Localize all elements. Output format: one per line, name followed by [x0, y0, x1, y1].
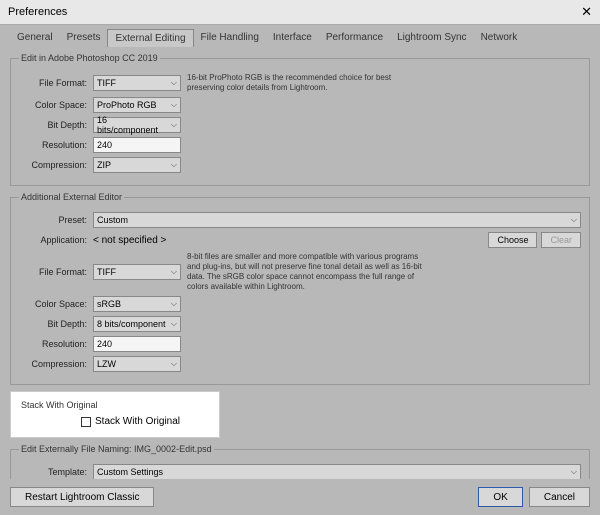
- stack-checkbox-label: Stack With Original: [95, 416, 180, 427]
- content: Edit in Adobe Photoshop CC 2019 File For…: [0, 47, 600, 479]
- file-format-label: File Format:: [19, 78, 87, 88]
- resolution-label-2: Resolution:: [19, 339, 87, 349]
- resolution-input-2[interactable]: 240: [93, 336, 181, 352]
- file-format-select-2[interactable]: TIFF⌵: [93, 264, 181, 280]
- file-format-hint: 16-bit ProPhoto RGB is the recommended c…: [187, 73, 427, 93]
- close-icon[interactable]: ✕: [581, 4, 592, 20]
- resolution-label: Resolution:: [19, 140, 87, 150]
- compression-select[interactable]: ZIP⌵: [93, 157, 181, 173]
- application-label: Application:: [19, 235, 87, 245]
- compression-label-2: Compression:: [19, 359, 87, 369]
- ok-button[interactable]: OK: [478, 487, 522, 507]
- tab-network[interactable]: Network: [474, 29, 525, 47]
- template-label: Template:: [19, 467, 87, 477]
- color-space-label-2: Color Space:: [19, 299, 87, 309]
- file-format-label-2: File Format:: [19, 267, 87, 277]
- bit-depth-select[interactable]: 16 bits/component⌵: [93, 117, 181, 133]
- chevron-down-icon: ⌵: [171, 267, 177, 277]
- window-title: Preferences: [8, 6, 67, 18]
- tab-lightroom-sync[interactable]: Lightroom Sync: [390, 29, 473, 47]
- tab-interface[interactable]: Interface: [266, 29, 319, 47]
- section-additional-editor: Additional External Editor Preset: Custo…: [10, 192, 590, 385]
- tabs: General Presets External Editing File Ha…: [0, 25, 600, 47]
- color-space-select[interactable]: ProPhoto RGB⌵: [93, 97, 181, 113]
- color-space-select-2[interactable]: sRGB⌵: [93, 296, 181, 312]
- section-photoshop-legend: Edit in Adobe Photoshop CC 2019: [19, 53, 160, 63]
- chevron-down-icon: ⌵: [171, 299, 177, 309]
- stack-title: Stack With Original: [21, 400, 209, 410]
- chevron-down-icon: ⌵: [171, 120, 177, 130]
- file-naming-legend: Edit Externally File Naming: IMG_0002-Ed…: [19, 444, 214, 454]
- stack-checkbox[interactable]: [81, 417, 91, 427]
- restart-button[interactable]: Restart Lightroom Classic: [10, 487, 154, 507]
- compression-label: Compression:: [19, 160, 87, 170]
- footer: Restart Lightroom Classic OK Cancel: [0, 479, 600, 515]
- compression-select-2[interactable]: LZW⌵: [93, 356, 181, 372]
- chevron-down-icon: ⌵: [171, 160, 177, 170]
- preset-label: Preset:: [19, 215, 87, 225]
- chevron-down-icon: ⌵: [571, 467, 577, 477]
- tab-presets[interactable]: Presets: [60, 29, 108, 47]
- chevron-down-icon: ⌵: [171, 78, 177, 88]
- clear-button[interactable]: Clear: [541, 232, 581, 248]
- tab-general[interactable]: General: [10, 29, 60, 47]
- bit-depth-label: Bit Depth:: [19, 120, 87, 130]
- file-format-hint-2: 8-bit files are smaller and more compati…: [187, 252, 427, 292]
- chevron-down-icon: ⌵: [171, 319, 177, 329]
- choose-button[interactable]: Choose: [488, 232, 537, 248]
- color-space-label: Color Space:: [19, 100, 87, 110]
- stack-with-original-section: Stack With Original Stack With Original: [10, 391, 220, 438]
- bit-depth-label-2: Bit Depth:: [19, 319, 87, 329]
- cancel-button[interactable]: Cancel: [529, 487, 590, 507]
- section-photoshop: Edit in Adobe Photoshop CC 2019 File For…: [10, 53, 590, 186]
- chevron-down-icon: ⌵: [171, 100, 177, 110]
- preset-select[interactable]: Custom⌵: [93, 212, 581, 228]
- tab-external-editing[interactable]: External Editing: [107, 29, 193, 47]
- titlebar: Preferences ✕: [0, 0, 600, 25]
- section-additional-legend: Additional External Editor: [19, 192, 124, 202]
- application-value: < not specified >: [93, 235, 166, 246]
- preferences-window: Preferences ✕ General Presets External E…: [0, 0, 600, 515]
- chevron-down-icon: ⌵: [171, 359, 177, 369]
- resolution-input[interactable]: 240: [93, 137, 181, 153]
- tab-file-handling[interactable]: File Handling: [194, 29, 266, 47]
- section-file-naming: Edit Externally File Naming: IMG_0002-Ed…: [10, 444, 590, 479]
- file-format-select[interactable]: TIFF⌵: [93, 75, 181, 91]
- tab-performance[interactable]: Performance: [319, 29, 390, 47]
- chevron-down-icon: ⌵: [571, 215, 577, 225]
- bit-depth-select-2[interactable]: 8 bits/component⌵: [93, 316, 181, 332]
- template-select[interactable]: Custom Settings⌵: [93, 464, 581, 479]
